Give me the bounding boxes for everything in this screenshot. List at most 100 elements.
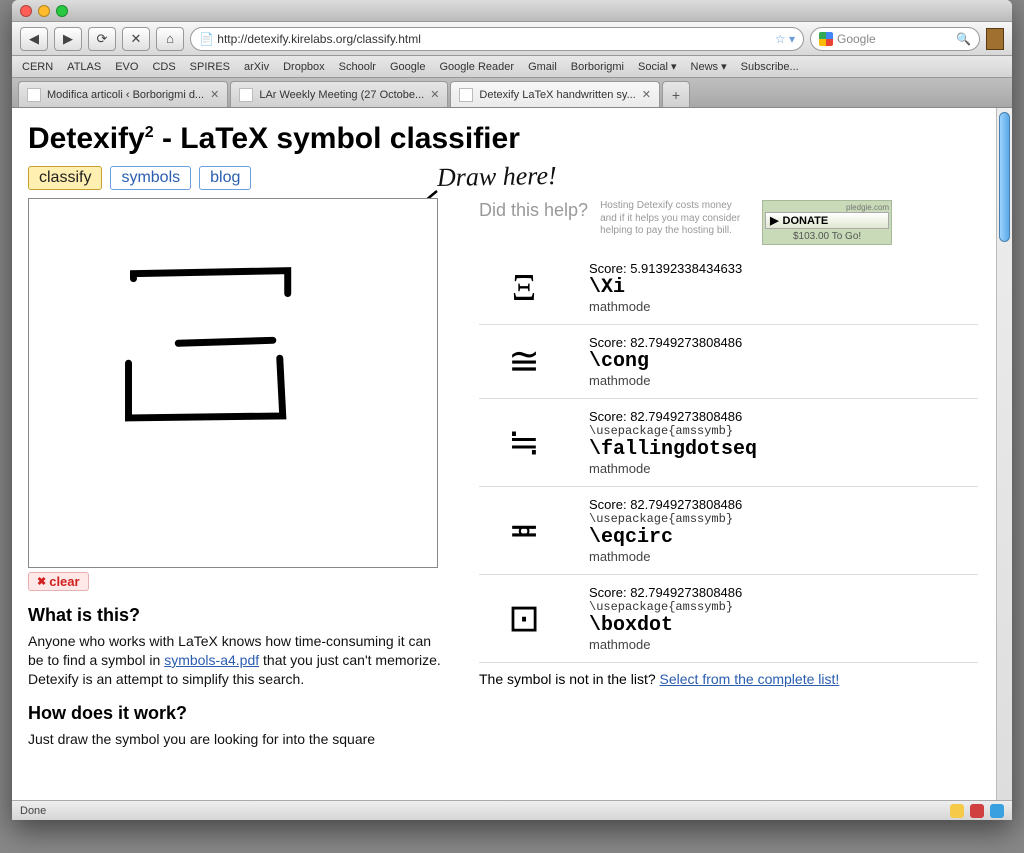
bookmark-item[interactable]: News ▾ (691, 60, 727, 73)
status-icon[interactable] (950, 804, 964, 818)
mode: mathmode (589, 549, 978, 564)
page-title: Detexify2 - LaTeX symbol classifier (28, 122, 978, 156)
home-button[interactable]: ⌂ (156, 27, 184, 51)
tab[interactable]: Modifica articoli ‹ Borborigmi d...✕ (18, 81, 228, 107)
hosting-note: Hosting Detexify costs money and if it h… (600, 200, 750, 238)
result-item[interactable]: ≅ Score: 82.7949273808486 \cong mathmode (479, 325, 978, 399)
result-item[interactable]: Ξ Score: 5.91392338434633 \Xi mathmode (479, 251, 978, 325)
draw-here-annotation: Draw here! (437, 161, 557, 193)
how-heading: How does it work? (28, 703, 443, 724)
result-item[interactable]: ≖ Score: 82.7949273808486 \usepackage{am… (479, 487, 978, 575)
score: Score: 82.7949273808486 (589, 335, 978, 350)
draw-canvas[interactable] (28, 198, 438, 568)
donate-widget[interactable]: pledgie.com ▶DONATE $103.00 To Go! (762, 200, 892, 245)
symbol-glyph: Ξ (479, 261, 569, 314)
titlebar (12, 0, 1012, 22)
close-tab-icon[interactable]: ✕ (210, 88, 219, 101)
complete-list-link[interactable]: Select from the complete list! (660, 671, 840, 687)
vertical-scrollbar[interactable] (996, 108, 1012, 800)
bookmark-item[interactable]: CDS (152, 61, 175, 73)
symbol-glyph: ≒ (479, 409, 569, 476)
mode: mathmode (589, 373, 978, 388)
latex-command: \eqcirc (589, 526, 978, 549)
score: Score: 82.7949273808486 (589, 409, 978, 424)
package: \usepackage{amssymb} (589, 424, 978, 438)
status-icon[interactable] (970, 804, 984, 818)
new-tab-button[interactable]: + (662, 81, 690, 107)
score: Score: 82.7949273808486 (589, 585, 978, 600)
bookmark-item[interactable]: Google Reader (439, 61, 514, 73)
tab-strip: Modifica articoli ‹ Borborigmi d...✕ LAr… (12, 78, 1012, 108)
result-item[interactable]: ≒ Score: 82.7949273808486 \usepackage{am… (479, 399, 978, 487)
minimize-window-button[interactable] (38, 5, 50, 17)
scroll-thumb[interactable] (999, 112, 1010, 242)
did-this-help: Did this help? (479, 200, 588, 221)
tab[interactable]: LAr Weekly Meeting (27 Octobe...✕ (230, 81, 448, 107)
play-icon: ▶ (770, 214, 778, 227)
favicon (239, 88, 253, 102)
search-icon[interactable]: 🔍 (956, 32, 971, 46)
url-text: http://detexify.kirelabs.org/classify.ht… (217, 32, 421, 46)
not-in-list: The symbol is not in the list? Select fr… (479, 671, 978, 687)
score: Score: 82.7949273808486 (589, 497, 978, 512)
symbol-glyph: ≖ (479, 497, 569, 564)
nav-blog[interactable]: blog (199, 166, 251, 190)
results-list: Ξ Score: 5.91392338434633 \Xi mathmode ≅… (479, 251, 978, 663)
package: \usepackage{amssymb} (589, 600, 978, 614)
tab-active[interactable]: Detexify LaTeX handwritten sy...✕ (450, 81, 660, 107)
bookmark-item[interactable]: EVO (115, 61, 138, 73)
result-item[interactable]: ⊡ Score: 82.7949273808486 \usepackage{am… (479, 575, 978, 663)
status-icons (950, 804, 1004, 818)
window-controls (20, 5, 68, 17)
reload-button[interactable]: ⟳ (88, 27, 116, 51)
bookmarks-toolbar: CERN ATLAS EVO CDS SPIRES arXiv Dropbox … (12, 56, 1012, 78)
latex-command: \fallingdotseq (589, 438, 978, 461)
bookmark-item[interactable]: Social ▾ (638, 60, 677, 73)
zoom-window-button[interactable] (56, 5, 68, 17)
close-tab-icon[interactable]: ✕ (642, 88, 651, 101)
bookmark-item[interactable]: Dropbox (283, 61, 325, 73)
bookmark-item[interactable]: arXiv (244, 61, 269, 73)
package: \usepackage{amssymb} (589, 512, 978, 526)
mode: mathmode (589, 299, 978, 314)
close-window-button[interactable] (20, 5, 32, 17)
bookmark-item[interactable]: Subscribe... (741, 61, 799, 73)
nav-classify[interactable]: classify (28, 166, 102, 190)
close-tab-icon[interactable]: ✕ (430, 88, 439, 101)
bookmark-item[interactable]: Borborigmi (571, 61, 624, 73)
latex-command: \boxdot (589, 614, 978, 637)
score: Score: 5.91392338434633 (589, 261, 978, 276)
favicon (27, 88, 41, 102)
stop-button[interactable]: ✕ (122, 27, 150, 51)
symbol-glyph: ⊡ (479, 585, 569, 652)
status-bar: Done (12, 800, 1012, 820)
what-text: Anyone who works with LaTeX knows how ti… (28, 632, 443, 689)
address-bar[interactable]: 📄 http://detexify.kirelabs.org/classify.… (190, 27, 804, 51)
browser-window: ◀ ▶ ⟳ ✕ ⌂ 📄 http://detexify.kirelabs.org… (12, 0, 1012, 820)
search-placeholder: Google (837, 32, 876, 46)
bookmark-item[interactable]: Schoolr (339, 61, 376, 73)
latex-command: \cong (589, 350, 978, 373)
forward-button[interactable]: ▶ (54, 27, 82, 51)
library-button[interactable] (986, 28, 1004, 50)
mode: mathmode (589, 461, 978, 476)
bookmark-item[interactable]: CERN (22, 61, 53, 73)
back-button[interactable]: ◀ (20, 27, 48, 51)
search-box[interactable]: Google 🔍 (810, 27, 980, 51)
google-icon (819, 32, 833, 46)
bookmark-item[interactable]: Gmail (528, 61, 557, 73)
status-text: Done (20, 805, 46, 817)
bookmark-item[interactable]: SPIRES (190, 61, 230, 73)
page-content: Detexify2 - LaTeX symbol classifier clas… (12, 108, 996, 800)
toolbar: ◀ ▶ ⟳ ✕ ⌂ 📄 http://detexify.kirelabs.org… (12, 22, 1012, 56)
favicon (459, 88, 473, 102)
symbols-pdf-link[interactable]: symbols-a4.pdf (164, 652, 259, 668)
bookmark-item[interactable]: Google (390, 61, 425, 73)
symbol-glyph: ≅ (479, 335, 569, 388)
bookmark-item[interactable]: ATLAS (67, 61, 101, 73)
bookmark-star-icon[interactable]: ☆ ▾ (775, 32, 795, 46)
clear-button[interactable]: clear (28, 572, 89, 591)
nav-symbols[interactable]: symbols (110, 166, 191, 190)
mode: mathmode (589, 637, 978, 652)
status-icon[interactable] (990, 804, 1004, 818)
